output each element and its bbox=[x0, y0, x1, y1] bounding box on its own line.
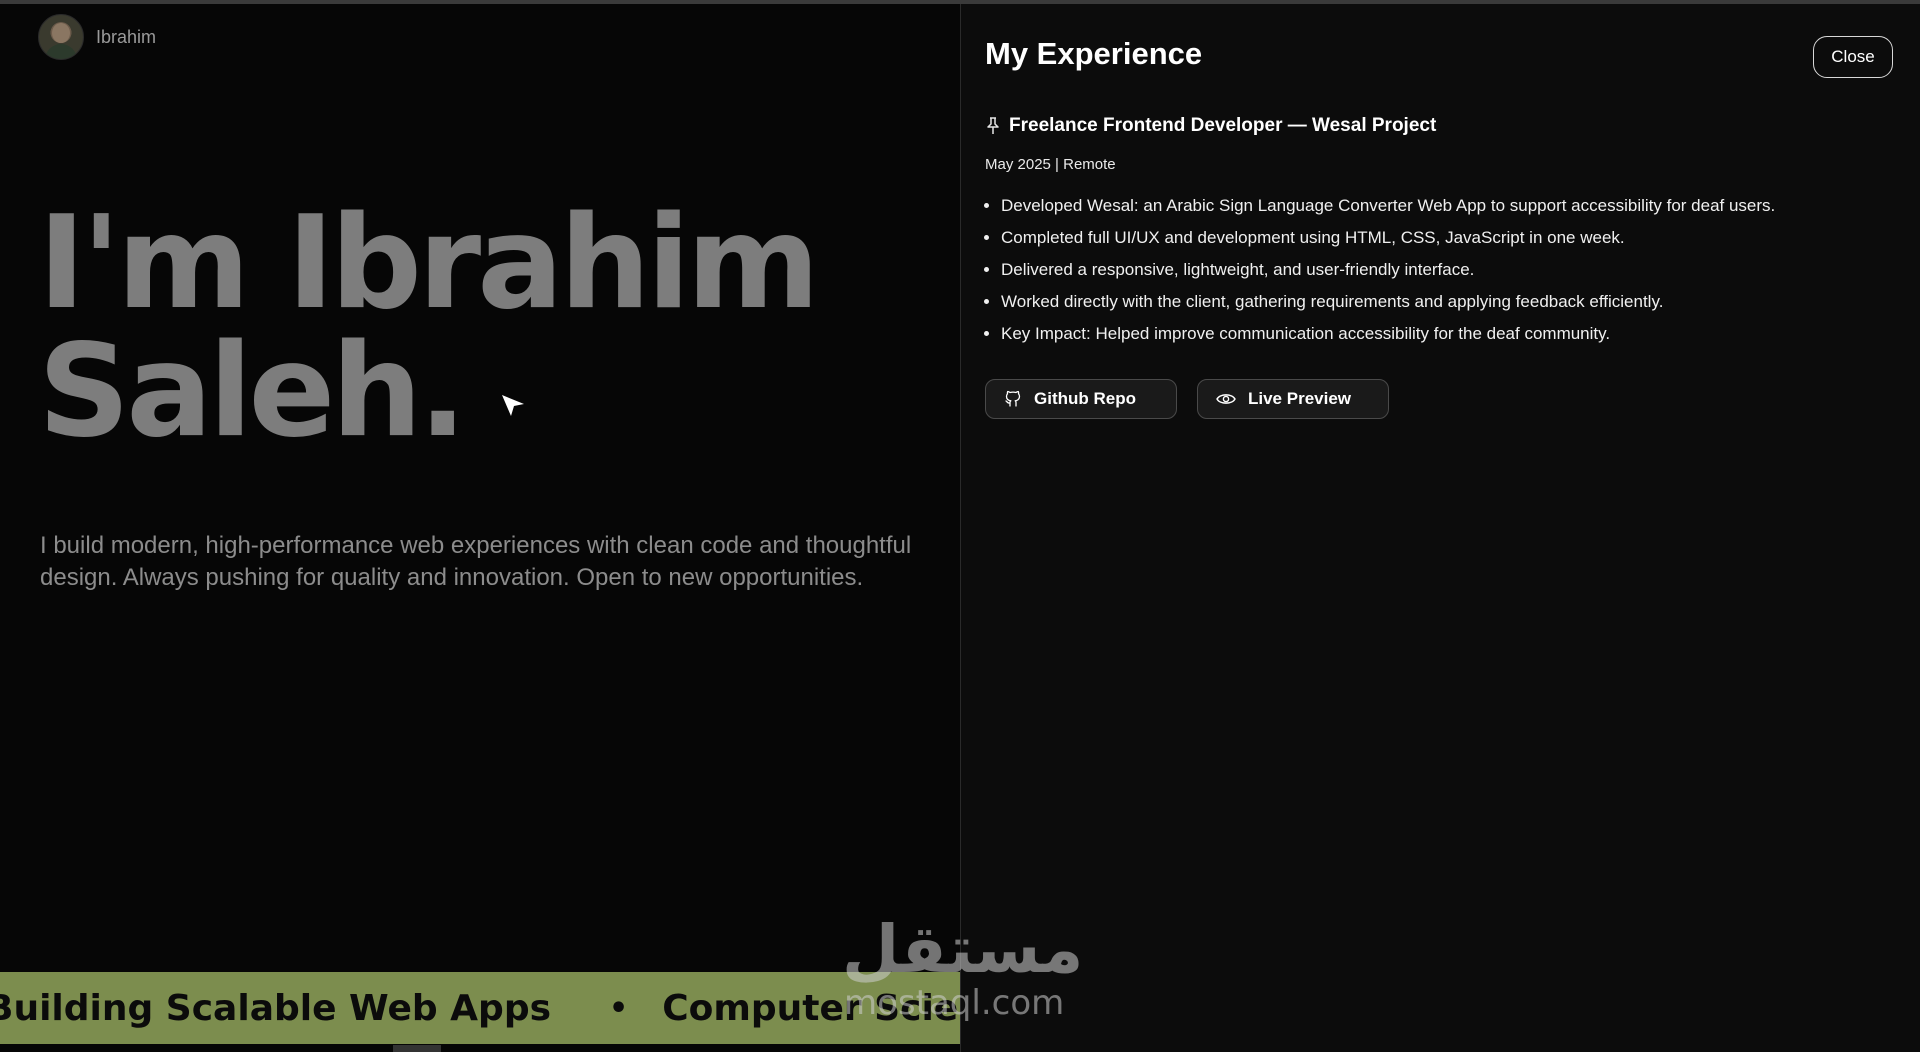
marquee-item: Building Scalable Web Apps bbox=[0, 987, 552, 1029]
marquee-separator: • bbox=[609, 990, 629, 1026]
github-repo-button[interactable]: Github Repo bbox=[985, 379, 1177, 419]
hero-title-line2: Saleh. bbox=[38, 317, 467, 466]
cursor-icon bbox=[502, 395, 524, 416]
project-actions: Github Repo Live Preview bbox=[985, 379, 1389, 419]
list-item: Delivered a responsive, lightweight, and… bbox=[1001, 254, 1920, 286]
list-item: Completed full UI/UX and development usi… bbox=[1001, 222, 1920, 254]
avatar bbox=[38, 14, 84, 60]
list-item: Worked directly with the client, gatheri… bbox=[1001, 286, 1920, 318]
eye-icon bbox=[1216, 394, 1236, 404]
live-preview-button[interactable]: Live Preview bbox=[1197, 379, 1389, 419]
close-button[interactable]: Close bbox=[1813, 36, 1893, 78]
hero-title-line1: I'm Ibrahim bbox=[38, 189, 820, 338]
scrollbar-thumb[interactable] bbox=[393, 1045, 441, 1052]
brand[interactable]: Ibrahim bbox=[38, 14, 156, 60]
job-meta: May 2025 | Remote bbox=[985, 156, 1116, 173]
pin-icon bbox=[987, 117, 999, 134]
job-header: Freelance Frontend Developer — Wesal Pro… bbox=[985, 115, 1436, 137]
job-title: Freelance Frontend Developer — Wesal Pro… bbox=[1009, 115, 1437, 136]
live-preview-label: Live Preview bbox=[1248, 389, 1352, 408]
brand-name: Ibrahim bbox=[96, 26, 157, 47]
experience-panel: My Experience Close Freelance Frontend D… bbox=[961, 4, 1920, 1052]
list-item: Developed Wesal: an Arabic Sign Language… bbox=[1001, 190, 1920, 222]
panel-title: My Experience bbox=[985, 36, 1203, 71]
marquee-item: Computer Science bbox=[662, 987, 960, 1029]
hero-title: I'm Ibrahim Saleh. bbox=[38, 189, 820, 466]
list-item: Key Impact: Helped improve communication… bbox=[1001, 318, 1920, 350]
github-icon bbox=[1005, 390, 1021, 407]
github-repo-label: Github Repo bbox=[1034, 389, 1136, 408]
hero-subtitle: I build modern, high-performance web exp… bbox=[40, 532, 912, 591]
job-bullets: Developed Wesal: an Arabic Sign Language… bbox=[985, 190, 1920, 350]
marquee-banner: Building Scalable Web Apps • Computer Sc… bbox=[0, 972, 960, 1044]
